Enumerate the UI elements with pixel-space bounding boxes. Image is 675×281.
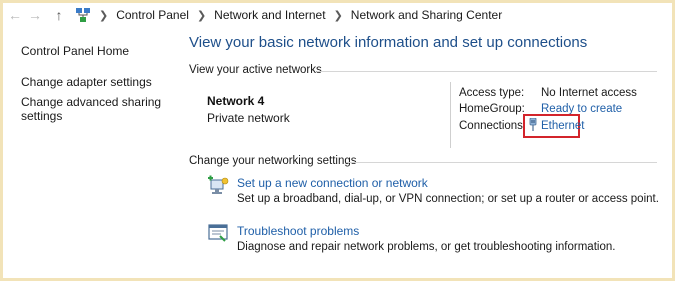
breadcrumb-separator-icon: ❯ bbox=[196, 9, 207, 22]
network-name: Network 4 bbox=[207, 94, 265, 108]
access-type-value: No Internet access bbox=[541, 87, 637, 99]
troubleshoot-problems-link[interactable]: Troubleshoot problems bbox=[237, 224, 359, 238]
access-type-label: Access type: bbox=[459, 87, 525, 99]
page-title: View your basic network information and … bbox=[189, 34, 588, 51]
new-connection-icon bbox=[208, 175, 229, 194]
ethernet-connection-link[interactable]: Ethernet bbox=[541, 120, 584, 132]
active-networks-heading: View your active networks bbox=[189, 64, 322, 76]
network-category: Private network bbox=[207, 111, 290, 125]
breadcrumb-network-and-sharing-center[interactable]: Network and Sharing Center bbox=[351, 8, 502, 22]
change-settings-heading: Change your networking settings bbox=[189, 155, 357, 167]
homegroup-label: HomeGroup: bbox=[459, 103, 525, 115]
sidebar-item-change-adapter-settings[interactable]: Change adapter settings bbox=[21, 75, 152, 89]
divider bbox=[450, 82, 451, 148]
troubleshoot-icon bbox=[208, 224, 228, 242]
ethernet-connection-icon bbox=[529, 118, 537, 131]
connections-label: Connections: bbox=[459, 120, 527, 132]
forward-arrow-icon[interactable]: → bbox=[27, 7, 43, 23]
sidebar-item-change-advanced-sharing-settings[interactable]: Change advanced sharing settings bbox=[21, 95, 171, 123]
divider bbox=[347, 162, 657, 163]
breadcrumb-separator-icon: ❯ bbox=[99, 9, 109, 22]
setup-new-connection-link[interactable]: Set up a new connection or network bbox=[237, 176, 428, 190]
breadcrumb-separator-icon: ❯ bbox=[333, 9, 343, 22]
address-bar: ← → ↑ ❯ Control Panel ❯ Network and Inte… bbox=[3, 3, 672, 27]
setup-new-connection-description: Set up a broadband, dial-up, or VPN conn… bbox=[237, 193, 659, 205]
up-arrow-icon[interactable]: ↑ bbox=[51, 7, 67, 23]
breadcrumb-control-panel[interactable]: Control Panel bbox=[116, 8, 189, 22]
divider bbox=[317, 71, 657, 72]
network-location-icon bbox=[76, 8, 90, 22]
sidebar-item-control-panel-home[interactable]: Control Panel Home bbox=[21, 44, 129, 58]
troubleshoot-problems-description: Diagnose and repair network problems, or… bbox=[237, 241, 616, 253]
breadcrumb-network-and-internet[interactable]: Network and Internet bbox=[214, 8, 325, 22]
back-arrow-icon[interactable]: ← bbox=[7, 7, 23, 23]
